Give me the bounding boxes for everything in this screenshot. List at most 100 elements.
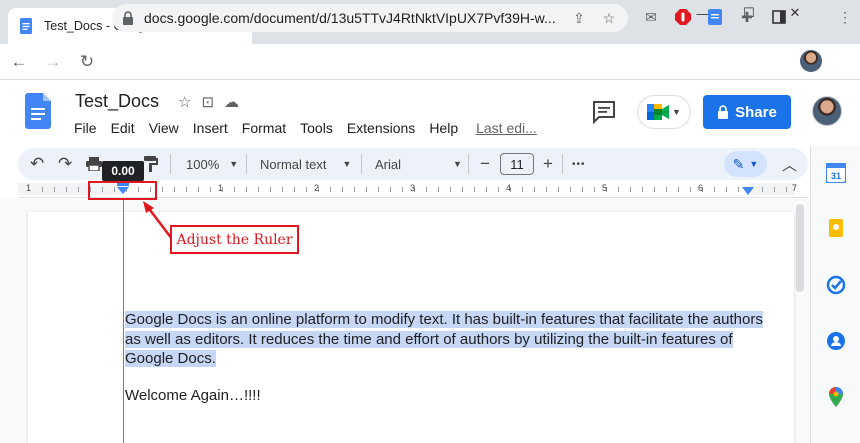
menu-tools[interactable]: Tools (300, 120, 333, 136)
docs-extension-icon[interactable] (704, 6, 726, 28)
back-icon[interactable]: ← (4, 47, 34, 77)
selected-text-line: as well as editors. It reduces the time … (125, 330, 733, 348)
ruler-tick (462, 187, 463, 192)
style-value: Normal text (260, 156, 327, 172)
toolbar-divider (468, 154, 469, 174)
annotation-arrow (143, 201, 173, 240)
ruler-right-margin (749, 183, 795, 195)
zoom-caret-icon: ▼ (229, 159, 239, 169)
ruler-tick (234, 187, 235, 192)
menu-help[interactable]: Help (429, 120, 458, 136)
menu-insert[interactable]: Insert (193, 120, 228, 136)
selected-text-line: Google Docs. (125, 350, 216, 367)
document-scrollbar[interactable] (796, 204, 804, 292)
editing-mode-button[interactable]: ✎ ▼ (724, 151, 767, 177)
share-lock-icon (718, 105, 729, 119)
toolbar-divider (562, 154, 563, 174)
ruler-tick (378, 187, 379, 192)
zoom-select[interactable]: 100% ▼ (186, 148, 238, 180)
font-size-increase-button[interactable]: + (543, 148, 553, 180)
ruler-tick (498, 187, 499, 192)
ruler-tick (690, 187, 691, 192)
font-select[interactable]: Arial ▼ (375, 148, 462, 180)
ruler-tick (366, 187, 367, 192)
adblock-extension-icon[interactable] (672, 6, 694, 28)
cloud-status-icon[interactable]: ☁ (224, 93, 239, 111)
welcome-text[interactable]: Welcome Again…!!!! (125, 387, 261, 404)
ruler-tick (426, 187, 427, 192)
document-title[interactable]: Test_Docs (75, 91, 159, 112)
ruler-tick (42, 187, 43, 192)
google-docs-logo-icon[interactable] (25, 93, 51, 129)
reload-icon[interactable]: ↻ (72, 47, 102, 77)
ruler-label: 2 (314, 183, 320, 193)
print-icon[interactable] (86, 148, 102, 180)
calendar-icon[interactable]: 31 (826, 163, 846, 183)
indent-guide-line (123, 198, 124, 443)
ruler-tick (522, 187, 523, 192)
ruler-label: 3 (410, 183, 416, 193)
style-select[interactable]: Normal text ▼ (260, 148, 351, 180)
ruler-label: 1 (26, 183, 32, 193)
ruler-tick (330, 187, 331, 192)
ruler-tick (174, 187, 175, 192)
move-folder-icon[interactable]: ⊡ (201, 93, 214, 111)
more-options-button[interactable]: ••• (572, 148, 586, 180)
tasks-icon[interactable] (826, 275, 846, 295)
document-paragraph[interactable]: Google Docs is an online platform to mod… (125, 310, 765, 369)
forward-icon[interactable]: → (38, 47, 68, 77)
paint-format-icon[interactable] (144, 148, 158, 180)
ruler-label: 4 (506, 183, 512, 193)
font-size-decrease-button[interactable]: − (480, 148, 490, 180)
style-caret-icon: ▼ (342, 159, 352, 169)
undo-icon[interactable]: ↶ (30, 148, 44, 180)
side-panel-icon[interactable] (768, 6, 790, 28)
menu-view[interactable]: View (149, 120, 179, 136)
menu-extensions[interactable]: Extensions (347, 120, 415, 136)
share-button[interactable]: Share (703, 95, 791, 129)
ruler-tick (486, 187, 487, 192)
menu-format[interactable]: Format (242, 120, 286, 136)
extensions-puzzle-icon[interactable]: ✚ (736, 6, 758, 28)
share-label: Share (735, 103, 777, 121)
maps-icon[interactable] (826, 387, 846, 407)
annotation-highlight-box (88, 181, 157, 200)
editing-mode-caret-icon: ▼ (749, 159, 759, 169)
comment-history-icon[interactable] (590, 99, 618, 125)
menu-file[interactable]: File (74, 120, 97, 136)
meet-caret-icon: ▼ (672, 107, 681, 117)
profile-avatar[interactable] (800, 50, 822, 72)
ruler-tick (582, 187, 583, 192)
right-indent-marker[interactable] (742, 187, 754, 195)
indent-value-tooltip: 0.00 (102, 161, 144, 181)
ruler-tick (258, 187, 259, 192)
ruler-tick (354, 187, 355, 192)
zoom-value: 100% (186, 156, 220, 172)
meet-button[interactable]: ▼ (637, 95, 691, 129)
browser-menu-icon[interactable]: ⋮ (834, 6, 856, 28)
mail-extension-icon[interactable]: ✉ (640, 6, 662, 28)
ruler-tick (246, 187, 247, 192)
share-page-icon[interactable]: ⇪ (568, 10, 590, 27)
account-avatar[interactable] (812, 96, 842, 126)
keep-icon[interactable] (826, 219, 846, 239)
redo-icon[interactable]: ↷ (58, 148, 72, 180)
ruler-tick (474, 187, 475, 192)
lock-icon (123, 11, 133, 25)
collapse-menus-icon[interactable]: ︿ (782, 148, 797, 180)
ruler-tick (66, 187, 67, 192)
star-icon[interactable]: ☆ (178, 93, 191, 111)
contacts-icon[interactable] (826, 331, 846, 351)
font-caret-icon: ▼ (453, 159, 462, 169)
toolbar-divider (170, 154, 171, 174)
ruler-label: 7 (792, 183, 798, 193)
ruler-tick (774, 187, 775, 192)
font-size-input[interactable]: 11 (500, 153, 534, 175)
toolbar-divider (246, 154, 247, 174)
address-bar[interactable]: docs.google.com/document/d/13u5TTvJ4RtNk… (112, 4, 628, 32)
last-edit-link[interactable]: Last edi... (476, 120, 537, 136)
menu-edit[interactable]: Edit (111, 120, 135, 136)
ruler-tick (54, 187, 55, 192)
toolbar-divider (361, 154, 362, 174)
bookmark-star-icon[interactable]: ☆ (598, 10, 620, 27)
